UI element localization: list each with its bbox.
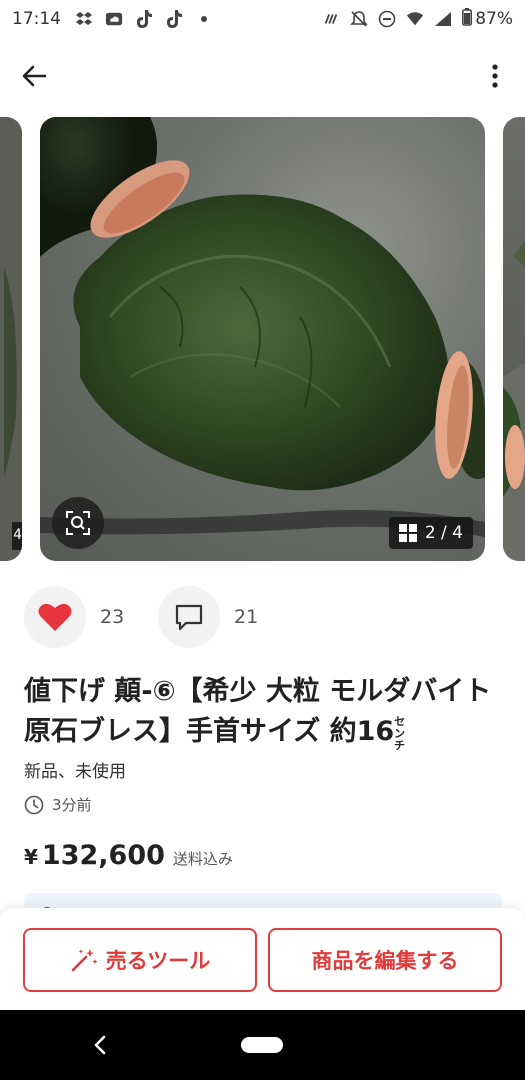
mute-icon <box>350 10 369 28</box>
dropbox-icon <box>75 10 93 28</box>
app-bar <box>0 48 525 104</box>
sell-tool-button[interactable]: 売るツール <box>23 928 257 992</box>
price-currency: ¥ <box>24 845 38 869</box>
more-vert-icon <box>492 64 498 88</box>
previous-image[interactable]: 4 <box>0 117 22 561</box>
battery-indicator: 87% <box>462 7 513 31</box>
arrow-left-icon <box>22 65 47 87</box>
chevron-left-icon <box>94 1035 106 1055</box>
status-time: 17:14 <box>12 9 61 29</box>
grid-icon <box>398 524 417 542</box>
image-search-icon <box>66 511 90 535</box>
back-button[interactable] <box>14 58 54 94</box>
edit-item-label: 商品を編集する <box>311 949 459 973</box>
bottom-action-bar: 売るツール 商品を編集する <box>0 908 525 1010</box>
dot-icon <box>195 10 213 28</box>
item-title-text: 値下げ 顛-⑥【希少 大粒 モルダバイト 原石ブレス】手首サイズ 約16 <box>24 676 492 747</box>
item-detail-screen: 17:14 87% 4 2 / 4 23 21 値下げ 顛-⑥【希少 大粒 モル… <box>0 0 525 1080</box>
sell-tool-label: 売るツール <box>105 949 211 973</box>
system-icons: 87% <box>322 7 513 31</box>
image-counter-text: 2 / 4 <box>424 523 463 543</box>
image-counter: 2 / 4 <box>388 517 473 549</box>
tiktok-icon <box>165 10 183 28</box>
magic-wand-icon <box>71 949 98 972</box>
signal-icon <box>434 10 452 28</box>
wifi-icon <box>406 10 424 28</box>
tiktok-icon <box>135 10 153 28</box>
heart-icon <box>38 603 72 631</box>
like-count: 23 <box>100 606 125 628</box>
notification-icons <box>75 10 213 28</box>
nav-home-pill[interactable] <box>241 1037 283 1053</box>
item-title: 値下げ 顛-⑥【希少 大粒 モルダバイト 原石ブレス】手首サイズ 約16センチ <box>24 672 504 753</box>
posted-time-text: 3分前 <box>52 796 92 814</box>
battery-icon <box>462 7 473 31</box>
product-image[interactable]: 2 / 4 <box>40 117 485 561</box>
comment-button[interactable] <box>158 586 220 648</box>
like-button[interactable] <box>24 586 86 648</box>
image-carousel[interactable]: 4 2 / 4 <box>0 117 525 561</box>
comment-icon <box>175 604 203 631</box>
reaction-bar: 23 21 <box>24 586 280 648</box>
image-search-button[interactable] <box>52 497 104 549</box>
nfc-icon <box>322 10 340 28</box>
shipping-label: 送料込み <box>172 850 233 868</box>
item-price: ¥ 132,600 送料込み <box>24 840 233 871</box>
next-image[interactable] <box>503 117 525 561</box>
clock-icon <box>24 795 44 814</box>
system-nav-bar <box>0 1010 525 1080</box>
nav-back-button[interactable] <box>88 1030 112 1060</box>
moldavite-photo <box>40 117 485 537</box>
cloud-icon <box>105 10 123 28</box>
dnd-icon <box>378 10 396 28</box>
comment-count: 21 <box>234 606 259 628</box>
more-options-button[interactable] <box>483 58 507 94</box>
battery-percent: 87% <box>475 9 513 29</box>
previous-image-counter: 4 <box>12 522 22 550</box>
price-amount: 132,600 <box>41 840 165 871</box>
item-title-unit: センチ <box>394 715 405 752</box>
posted-time: 3分前 <box>24 794 92 815</box>
edit-item-button[interactable]: 商品を編集する <box>268 928 502 992</box>
status-bar: 17:14 87% <box>0 0 525 38</box>
item-condition: 新品、未使用 <box>24 762 126 782</box>
